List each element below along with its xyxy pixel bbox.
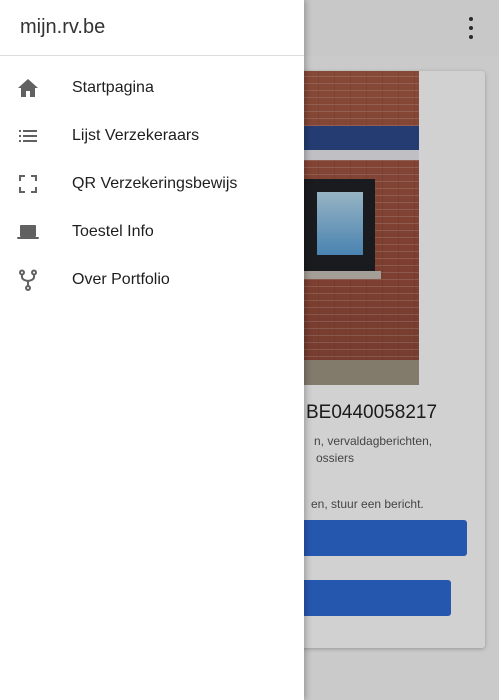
nav-item-toestel-info[interactable]: Toestel Info — [0, 208, 304, 256]
navigation-drawer: mijn.rv.be Startpagina Lijst Verzekeraar… — [0, 0, 304, 700]
nav-item-over-portfolio[interactable]: Over Portfolio — [0, 256, 304, 304]
app-title: mijn.rv.be — [20, 16, 106, 38]
nav-item-label: Startpagina — [72, 79, 154, 96]
nav-item-startpagina[interactable]: Startpagina — [0, 64, 304, 112]
nav-item-qr-verzekeringsbewijs[interactable]: QR Verzekeringsbewijs — [0, 160, 304, 208]
nav-item-label: Toestel Info — [72, 223, 154, 240]
fork-icon — [16, 268, 40, 292]
qr-scan-icon — [16, 172, 40, 196]
list-icon — [16, 124, 40, 148]
nav-item-lijst-verzekeraars[interactable]: Lijst Verzekeraars — [0, 112, 304, 160]
nav-item-label: Over Portfolio — [72, 271, 170, 288]
laptop-icon — [16, 220, 40, 244]
nav-list: Startpagina Lijst Verzekeraars QR Verzek… — [0, 56, 304, 304]
home-icon — [16, 76, 40, 100]
nav-item-label: Lijst Verzekeraars — [72, 127, 200, 144]
nav-item-label: QR Verzekeringsbewijs — [72, 175, 238, 192]
drawer-header: mijn.rv.be — [0, 0, 304, 56]
